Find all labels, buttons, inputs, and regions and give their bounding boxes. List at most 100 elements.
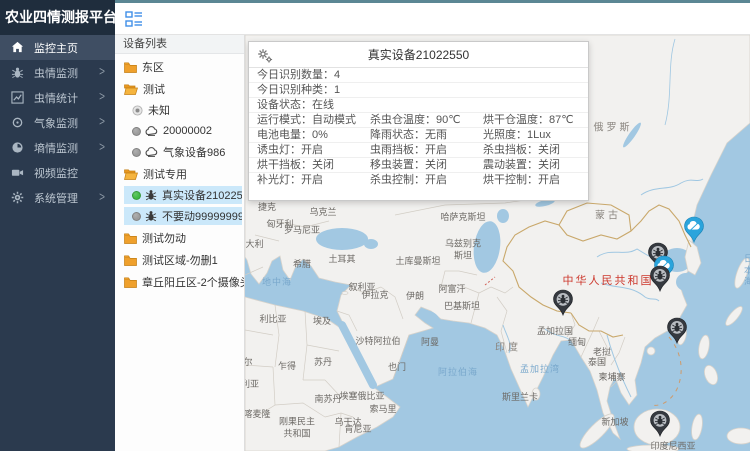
tree-item-label: 测试专用 [143,166,187,182]
sidebar-item-7[interactable]: 系统管理 > [0,185,115,210]
chevron-right-icon: > [99,115,105,129]
weather-device-icon [145,126,158,136]
device-list-header: 设备列表 [115,35,244,54]
tree-folder[interactable]: 章丘阳丘区-2个摄像头 [115,273,244,291]
device-tree: 东区测试未知 20000002 气象设备986 测试专用真实设备21022550 不要动… [115,58,244,291]
folder-icon [124,233,137,244]
popup-grid-cell: 降雨状态：无雨 [362,128,475,142]
popup-grid-cell: 电池电量：0% [249,128,362,142]
device-info-popup: 真实设备21022550 今日识别数量：4今日识别种类：1设备状态：在线运行模式… [248,41,589,201]
tree-device[interactable]: 不要动99999999 [124,207,242,225]
topbar [115,3,750,35]
status-offline-dot [132,148,141,157]
tree-device[interactable]: 真实设备21022550 [124,186,242,204]
popup-grid-row: 运行模式：自动模式杀虫仓温度：90℃烘干仓温度：87℃ [249,113,588,128]
popup-stat-row: 今日识别数量：4 [249,68,588,83]
status-online-dot [132,191,141,200]
popup-grid-row: 烘干挡板：关闭移虫装置：关闭震动装置：关闭 [249,158,588,173]
popup-grid-cell: 运行模式：自动模式 [249,113,362,127]
app-title: 农业四情测报平台 [0,0,115,35]
sidebar-item-label: 虫情监测 [34,65,78,81]
chevron-right-icon: > [99,65,105,79]
popup-grid-cell: 补光灯：开启 [249,173,362,188]
folder-icon [124,255,137,266]
popup-header: 真实设备21022550 [249,42,588,68]
tree-folder[interactable]: 测试 [115,80,244,98]
tree-device[interactable]: 未知 [115,101,244,119]
sidebar-item-label: 墒情监测 [34,140,78,156]
popup-grid-cell: 诱虫灯：开启 [249,143,362,157]
popup-body: 今日识别数量：4今日识别种类：1设备状态：在线运行模式：自动模式杀虫仓温度：90… [249,68,588,188]
sidebar-item-5[interactable]: 墒情监测 > [0,135,115,160]
bug-icon [10,66,24,80]
sidebar-item-label: 虫情统计 [34,90,78,106]
chevron-right-icon: > [99,140,105,154]
sidebar-menu: 监控主页虫情监测 > 虫情统计 > 气象监测 > 墒情监测 > 视频监控系统管理 > [0,35,115,210]
unknown-device-icon [132,105,143,116]
popup-grid-cell: 虫雨挡板：开启 [362,143,475,157]
popup-grid-row: 电池电量：0%降雨状态：无雨光照度：1Lux [249,128,588,143]
folder-icon [124,277,137,288]
tree-item-label: 不要动99999999 [162,208,242,224]
weather-device-icon [145,147,158,157]
device-list-panel: 设备列表 东区测试未知 20000002 气象设备986 测试专用真实设备210225… [115,35,245,451]
insect-device-marker[interactable] [649,410,671,438]
tree-item-label: 气象设备986 [163,144,225,160]
popup-grid-row: 补光灯：开启杀虫控制：开启烘干控制：开启 [249,173,588,188]
insect-device-marker[interactable] [649,265,671,293]
popup-grid-row: 诱虫灯：开启虫雨挡板：开启杀虫挡板：关闭 [249,143,588,158]
folder-open-icon [124,84,138,95]
sidebar-item-label: 气象监测 [34,115,78,131]
chart-icon [10,91,24,105]
folder-icon [124,62,137,73]
popup-grid-cell: 杀虫控制：开启 [362,173,475,188]
app-window: 农业四情测报平台 监控主页虫情监测 > 虫情统计 > 气象监测 > 墒情监测 > 视频监控系统管… [0,0,750,451]
weather-device-marker[interactable] [683,216,705,244]
popup-grid-cell: 震动装置：关闭 [475,158,588,172]
tree-folder[interactable]: 测试勿动 [115,229,244,247]
weather-icon [10,116,24,130]
moisture-icon [10,141,24,155]
tree-device[interactable]: 气象设备986 [115,143,244,161]
tree-item-label: 真实设备21022550 [162,187,242,203]
status-offline-dot [132,212,141,221]
popup-grid-cell: 杀虫挡板：关闭 [475,143,588,157]
tree-item-label: 章丘阳丘区-2个摄像头 [142,274,244,290]
insect-device-marker[interactable] [666,317,688,345]
popup-grid-cell: 烘干控制：开启 [475,173,588,188]
settings-gears-icon[interactable] [257,47,273,63]
sidebar-item-3[interactable]: 虫情统计 > [0,85,115,110]
sidebar-item-label: 系统管理 [34,190,78,206]
popup-stat-row: 设备状态：在线 [249,98,588,113]
tree-item-label: 东区 [142,59,164,75]
popup-stat-row: 今日识别种类：1 [249,83,588,98]
tree-item-label: 未知 [148,102,170,118]
tree-folder[interactable]: 测试区域-勿删1 [115,251,244,269]
tree-folder[interactable]: 东区 [115,58,244,76]
insect-device-icon [145,189,157,201]
sidebar-item-4[interactable]: 气象监测 > [0,110,115,135]
tree-item-label: 测试勿动 [142,230,186,246]
popup-grid-cell: 烘干挡板：关闭 [249,158,362,172]
gear-icon [10,191,24,205]
sidebar-item-1[interactable]: 监控主页 [0,35,115,60]
popup-grid-cell: 烘干仓温度：87℃ [475,113,588,127]
sidebar-item-2[interactable]: 虫情监测 > [0,60,115,85]
sidebar-item-label: 视频监控 [34,165,78,181]
popup-grid-cell: 移虫装置：关闭 [362,158,475,172]
sidebar-item-6[interactable]: 视频监控 [0,160,115,185]
tree-device[interactable]: 20000002 [115,122,244,140]
popup-grid-cell: 杀虫仓温度：90℃ [362,113,475,127]
chevron-right-icon: > [99,90,105,104]
sidebar-item-label: 监控主页 [34,40,78,56]
status-offline-dot [132,127,141,136]
chevron-right-icon: > [99,190,105,204]
insect-device-marker[interactable] [552,289,574,317]
map-canvas[interactable]: 俄罗斯蒙古中华人民共和国捷克乌克兰哈萨克斯坦匈牙利罗马尼亚意大利乌兹别克 斯坦土… [245,35,750,451]
video-icon [10,166,24,180]
tree-item-label: 20000002 [163,125,212,137]
tree-item-label: 测试区域-勿删1 [142,252,218,268]
tree-folder[interactable]: 测试专用 [115,165,244,183]
tree-panel-toggle-icon[interactable] [125,10,143,28]
tree-item-label: 测试 [143,81,165,97]
